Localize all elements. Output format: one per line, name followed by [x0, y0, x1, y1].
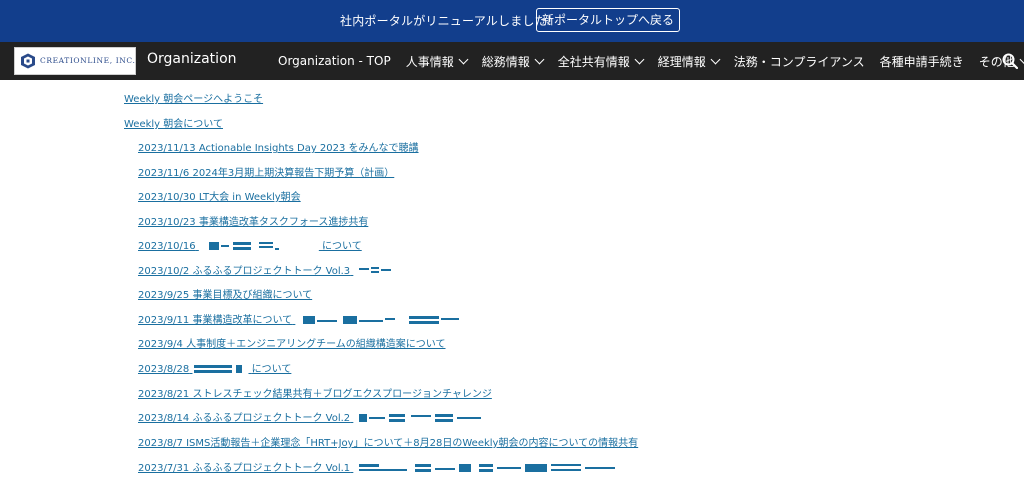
chevron-down-icon: [1019, 54, 1024, 64]
link-weekly-welcome[interactable]: Weekly 朝会ページへようこそ: [124, 90, 263, 105]
nav-item-label: 全社共有情報: [557, 54, 630, 69]
list-item-suffix: について: [251, 364, 292, 375]
list-item[interactable]: 2023/8/28 について: [138, 360, 291, 375]
list-item-title: 2023/7/31 ふるふるプロジェクトトーク Vol.1: [138, 463, 351, 474]
redaction-block: [355, 267, 395, 275]
list-item-title: 2023/10/2 ふるふるプロジェクトトーク Vol.3: [138, 266, 351, 277]
link-weekly-about[interactable]: Weekly 朝会について: [124, 115, 223, 130]
back-to-new-portal-button[interactable]: 新ポータルトップへ戻る: [536, 8, 680, 32]
list-item[interactable]: 2023/10/23 事業構造改革タスクフォース進捗共有: [138, 213, 368, 228]
chevron-down-icon: [534, 54, 545, 64]
nav-item-label: 人事情報: [405, 54, 454, 69]
nav-item-company-shared[interactable]: 全社共有情報: [557, 53, 645, 70]
redaction-block: [355, 414, 495, 422]
logo-text: CREATIONLINE, INC.: [40, 56, 136, 65]
announcement-banner: 社内ポータルがリニューアルしました！ 新ポータルトップへ戻る: [0, 0, 1024, 42]
page-content: Weekly 朝会ページへようこそ Weekly 朝会について 2023/11/…: [0, 80, 1024, 480]
list-item[interactable]: 2023/8/7 ISMS活動報告＋企業理念「HRT+Joy」について＋8月28…: [138, 434, 638, 449]
redaction-block: [297, 316, 469, 324]
nav-item-accounting[interactable]: 経理情報: [657, 53, 721, 70]
list-item-suffix: について: [322, 241, 362, 252]
nav-item-label: 各種申請手続き: [879, 54, 964, 69]
redaction-block: [194, 365, 248, 373]
list-item[interactable]: 2023/9/25 事業目標及び組織について: [138, 286, 312, 301]
list-item[interactable]: 2023/7/31 ふるふるプロジェクトトーク Vol.1: [138, 459, 639, 474]
nav-item-label: 経理情報: [657, 54, 706, 69]
list-item-date: 2023/10/16: [138, 241, 196, 252]
nav-item-organization-top[interactable]: Organization - TOP: [278, 54, 391, 68]
list-item[interactable]: 2023/10/2 ふるふるプロジェクトトーク Vol.3: [138, 262, 395, 277]
chevron-down-icon: [634, 54, 645, 64]
nav-item-legal-compliance[interactable]: 法務・コンプライアンス: [734, 53, 865, 70]
redaction-block: [355, 464, 639, 472]
logo-mark-icon: [21, 53, 35, 69]
nav-menu: Organization - TOP 人事情報 総務情報 全社共有情報 経理情報…: [278, 42, 1024, 80]
banner-message: 社内ポータルがリニューアルしました！: [340, 14, 560, 28]
redaction-block: [201, 242, 319, 250]
site-title[interactable]: Organization: [147, 51, 237, 67]
company-logo[interactable]: CREATIONLINE, INC.: [14, 47, 136, 75]
list-item[interactable]: 2023/11/13 Actionable Insights Day 2023 …: [138, 139, 419, 154]
list-item-date: 2023/8/28: [138, 364, 190, 375]
chevron-down-icon: [710, 54, 721, 64]
search-icon[interactable]: [1002, 53, 1018, 69]
main-navigation: CREATIONLINE, INC. Organization Organiza…: [0, 42, 1024, 80]
list-item-title: 2023/9/11 事業構造改革について: [138, 315, 293, 326]
nav-item-applications[interactable]: 各種申請手続き: [880, 53, 964, 70]
nav-item-hr[interactable]: 人事情報: [405, 53, 469, 70]
chevron-down-icon: [458, 54, 469, 64]
list-item-title: 2023/8/14 ふるふるプロジェクトトーク Vol.2: [138, 413, 351, 424]
list-item[interactable]: 2023/10/16 について: [138, 237, 362, 252]
list-item[interactable]: 2023/8/14 ふるふるプロジェクトトーク Vol.2: [138, 409, 495, 424]
list-item[interactable]: 2023/9/11 事業構造改革について: [138, 311, 469, 326]
nav-item-label: 総務情報: [481, 54, 530, 69]
nav-item-general-affairs[interactable]: 総務情報: [481, 53, 545, 70]
list-item[interactable]: 2023/11/6 2024年3月期上期決算報告下期予算（計画）: [138, 164, 394, 179]
nav-item-label: Organization - TOP: [278, 54, 391, 68]
list-item[interactable]: 2023/10/30 LT大会 in Weekly朝会: [138, 188, 301, 203]
nav-item-label: 法務・コンプライアンス: [733, 54, 865, 69]
list-item[interactable]: 2023/8/21 ストレスチェック結果共有＋ブログエクスプロージョンチャレンジ: [138, 385, 492, 400]
list-item[interactable]: 2023/9/4 人事制度＋エンジニアリングチームの組織構造案について: [138, 335, 446, 350]
